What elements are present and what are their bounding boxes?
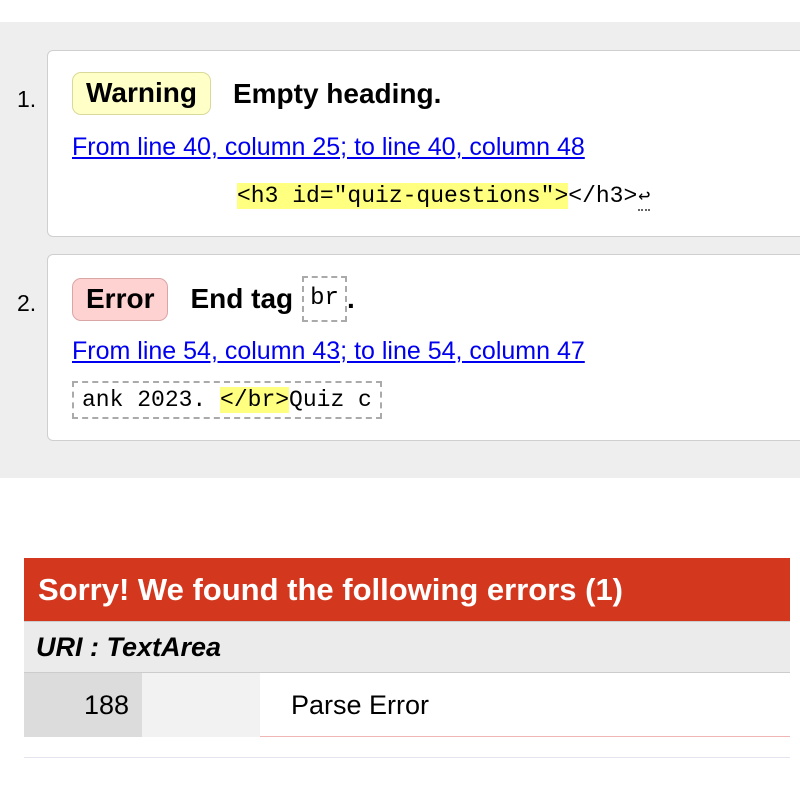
extract-after: </h3> xyxy=(568,183,638,209)
message-text: End tag br . xyxy=(190,276,355,322)
message-code: br xyxy=(302,276,347,322)
message-text: Empty heading. xyxy=(232,77,442,109)
warning-badge: Warning xyxy=(72,72,211,115)
location-link[interactable]: From line 54, column 43; to line 54, col… xyxy=(72,337,585,366)
errors-header: Sorry! We found the following errors (1) xyxy=(24,558,790,621)
extract-highlight: </br> xyxy=(220,387,290,413)
message-prefix: End tag xyxy=(190,283,294,314)
error-context xyxy=(142,673,260,737)
extract-highlight: <h3 id="quiz-questions"> xyxy=(237,183,569,209)
code-extract: <h3 id="quiz-questions"></h3>↩ xyxy=(237,183,651,211)
error-badge: Error xyxy=(72,277,169,321)
message-header: Error End tag br . xyxy=(72,276,355,322)
table-row: 188 Parse Error xyxy=(24,673,790,737)
error-line-number: 188 xyxy=(24,673,142,737)
message-suffix: . xyxy=(346,283,355,314)
error-message: Parse Error xyxy=(260,673,790,737)
message-number: 2. xyxy=(17,290,37,316)
uri-label: URI : TextArea xyxy=(24,621,790,673)
extract-before: ank 2023. xyxy=(82,387,221,413)
message-card-warning: Warning Empty heading. From line 40, col… xyxy=(47,50,800,237)
code-extract: ank 2023. </br>Quiz c xyxy=(72,381,382,419)
return-icon: ↩ xyxy=(638,186,651,211)
message-number: 1. xyxy=(17,86,37,112)
message-header: Warning Empty heading. xyxy=(72,72,441,115)
location-link[interactable]: From line 40, column 25; to line 40, col… xyxy=(72,133,585,162)
message-card-error: Error End tag br . From line 54, column … xyxy=(47,254,800,441)
divider xyxy=(24,757,790,758)
extract-after: Quiz c xyxy=(289,387,372,413)
